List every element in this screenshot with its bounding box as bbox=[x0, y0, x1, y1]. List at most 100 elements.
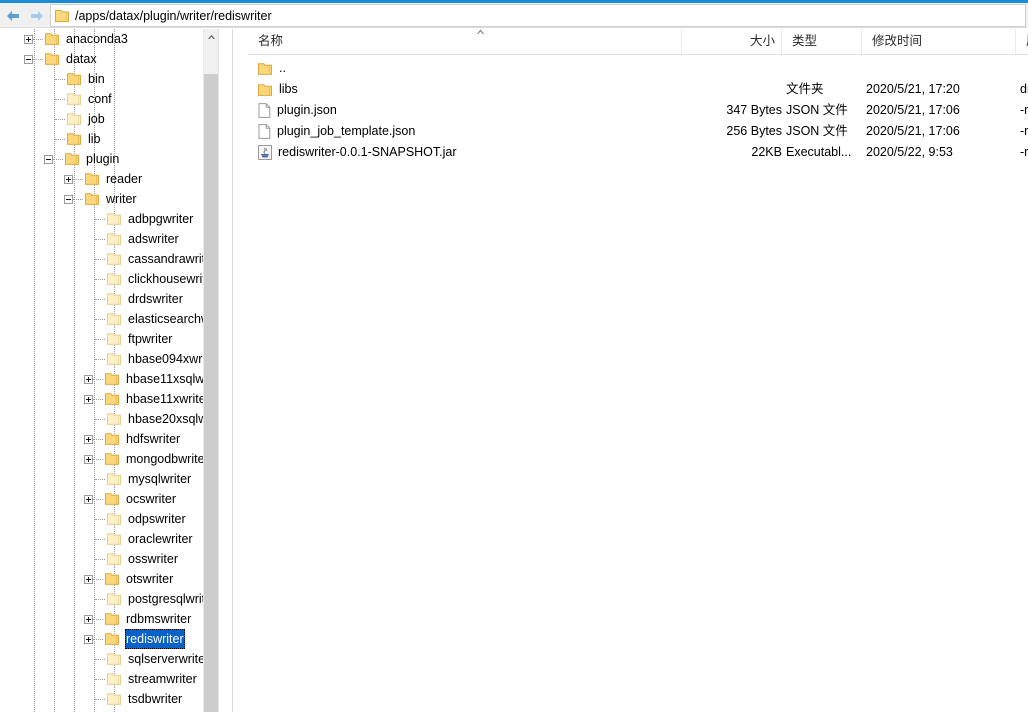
tree-item-adswriter[interactable]: adswriter bbox=[0, 229, 218, 249]
tree-item-label: datax bbox=[66, 52, 97, 66]
tree-expander-spacer bbox=[84, 335, 95, 344]
file-name-cell[interactable]: rediswriter-0.0.1-SNAPSHOT.jar bbox=[258, 142, 688, 163]
folder-icon bbox=[67, 113, 81, 125]
tree-connector-line bbox=[95, 218, 105, 220]
file-row[interactable]: libs 文件夹 2020/5/21, 17:20 dr bbox=[248, 79, 1028, 100]
tree-expander-plus[interactable] bbox=[84, 454, 93, 464]
file-name-text: libs bbox=[279, 82, 298, 96]
file-size-cell bbox=[682, 58, 782, 79]
tree-connector-line bbox=[93, 458, 103, 460]
tree-connector-line bbox=[73, 198, 83, 200]
tree-item-cassandrawriter[interactable]: cassandrawriter bbox=[0, 249, 218, 269]
tree-item-hbase094xwriter[interactable]: hbase094xwriter bbox=[0, 349, 218, 369]
forward-button[interactable] bbox=[26, 7, 48, 25]
column-header-attr[interactable]: 属 bbox=[1020, 29, 1028, 54]
tree-item-rediswriter[interactable]: rediswriter bbox=[0, 629, 218, 649]
file-row[interactable]: .. bbox=[248, 58, 1028, 79]
tree-expander-plus[interactable] bbox=[64, 174, 73, 184]
tree-expander-plus[interactable] bbox=[24, 34, 33, 44]
folder-icon bbox=[105, 493, 119, 505]
tree-item-bin[interactable]: bin bbox=[0, 69, 218, 89]
tree-item-label: drdswriter bbox=[128, 292, 183, 306]
tree-item-elasticsearchwrite[interactable]: elasticsearchwrite bbox=[0, 309, 218, 329]
tree-item-osswriter[interactable]: osswriter bbox=[0, 549, 218, 569]
folder-icon bbox=[85, 173, 99, 185]
tree-connector-line bbox=[93, 378, 103, 380]
file-name-cell[interactable]: plugin.json bbox=[258, 100, 688, 121]
folder-icon bbox=[105, 613, 119, 625]
folder-icon bbox=[107, 553, 121, 565]
tree-expander-plus[interactable] bbox=[84, 574, 93, 584]
tree-item-label: ocswriter bbox=[126, 492, 177, 506]
tree-item-otswriter[interactable]: otswriter bbox=[0, 569, 218, 589]
folder-icon bbox=[105, 373, 119, 385]
tree-vertical-scrollbar[interactable] bbox=[203, 29, 219, 712]
tree-item-conf[interactable]: conf bbox=[0, 89, 218, 109]
file-row[interactable]: rediswriter-0.0.1-SNAPSHOT.jar 22KB Execut… bbox=[248, 142, 1028, 163]
tree-connector-line bbox=[95, 238, 105, 240]
folder-icon bbox=[85, 193, 99, 205]
tree-expander-plus[interactable] bbox=[84, 494, 93, 504]
scrollbar-thumb[interactable] bbox=[204, 74, 219, 712]
file-name-cell[interactable]: .. bbox=[258, 58, 688, 79]
scroll-up-button[interactable] bbox=[204, 29, 219, 45]
panel-divider[interactable] bbox=[218, 29, 233, 712]
tree-item-ocswriter[interactable]: ocswriter bbox=[0, 489, 218, 509]
tree-item-plugin[interactable]: plugin bbox=[0, 149, 218, 169]
tree-item-clickhousewriter[interactable]: clickhousewriter bbox=[0, 269, 218, 289]
tree-item-oraclewriter[interactable]: oraclewriter bbox=[0, 529, 218, 549]
tree-item-hbase11xwriter[interactable]: hbase11xwriter bbox=[0, 389, 218, 409]
tree-item-hbase11xsqlwrite[interactable]: hbase11xsqlwrite bbox=[0, 369, 218, 389]
tree-item-hbase20xsqlwrite[interactable]: hbase20xsqlwrite bbox=[0, 409, 218, 429]
tree-item-lib[interactable]: lib bbox=[0, 129, 218, 149]
tree-item-rdbmswriter[interactable]: rdbmswriter bbox=[0, 609, 218, 629]
tree-item-mysqlwriter[interactable]: mysqlwriter bbox=[0, 469, 218, 489]
tree-expander-minus[interactable] bbox=[24, 54, 33, 64]
tree-expander-plus[interactable] bbox=[84, 614, 93, 624]
back-button[interactable] bbox=[2, 7, 24, 25]
tree-item-ftpwriter[interactable]: ftpwriter bbox=[0, 329, 218, 349]
tree-expander-minus[interactable] bbox=[64, 194, 73, 204]
tree-item-hdfswriter[interactable]: hdfswriter bbox=[0, 429, 218, 449]
column-header-name[interactable]: 名称 bbox=[252, 29, 682, 54]
tree-item-mongodbwriter[interactable]: mongodbwriter bbox=[0, 449, 218, 469]
tree-item-sqlserverwriter[interactable]: sqlserverwriter bbox=[0, 649, 218, 669]
tree-item-postgresqlwriter[interactable]: postgresqlwriter bbox=[0, 589, 218, 609]
file-row[interactable]: plugin_job_template.json 256 Bytes JSON 文件… bbox=[248, 121, 1028, 142]
tree-expander-spacer bbox=[84, 355, 95, 364]
tree-item-tsdbwriter[interactable]: tsdbwriter bbox=[0, 689, 218, 709]
file-attributes-cell: -r bbox=[1020, 103, 1028, 117]
tree-item-job[interactable]: job bbox=[0, 109, 218, 129]
tree-connector-line bbox=[95, 598, 105, 600]
column-header-size[interactable]: 大小 bbox=[682, 29, 782, 54]
folder-icon bbox=[107, 653, 121, 665]
file-name-cell[interactable]: libs bbox=[258, 79, 688, 100]
column-header-time[interactable]: 修改时间 bbox=[866, 29, 1016, 54]
tree-item-streamwriter[interactable]: streamwriter bbox=[0, 669, 218, 689]
tree-expander-plus[interactable] bbox=[84, 394, 93, 404]
tree-expander-spacer bbox=[84, 295, 95, 304]
folder-icon bbox=[258, 83, 272, 96]
tree-item-anaconda3[interactable]: anaconda3 bbox=[0, 29, 218, 49]
tree-item-odpswriter[interactable]: odpswriter bbox=[0, 509, 218, 529]
address-bar[interactable]: /apps/datax/plugin/writer/rediswriter bbox=[50, 4, 1026, 27]
folder-tree-panel[interactable]: anaconda3 datax bin conf job lib plugin reader w… bbox=[0, 29, 233, 712]
tree-expander-plus[interactable] bbox=[84, 434, 93, 444]
folder-icon bbox=[107, 473, 121, 485]
tree-item-writer[interactable]: writer bbox=[0, 189, 218, 209]
tree-connector-line bbox=[93, 638, 103, 640]
tree-item-datax[interactable]: datax bbox=[0, 49, 218, 69]
folder-icon bbox=[107, 213, 121, 225]
file-name-cell[interactable]: plugin_job_template.json bbox=[258, 121, 688, 142]
column-header-type[interactable]: 类型 bbox=[786, 29, 862, 54]
file-size-cell bbox=[682, 79, 782, 100]
file-row[interactable]: plugin.json 347 Bytes JSON 文件 2020/5/21, 17… bbox=[248, 100, 1028, 121]
tree-item-adbpgwriter[interactable]: adbpgwriter bbox=[0, 209, 218, 229]
tree-expander-minus[interactable] bbox=[44, 154, 53, 164]
tree-item-reader[interactable]: reader bbox=[0, 169, 218, 189]
tree-expander-plus[interactable] bbox=[84, 374, 93, 384]
folder-icon bbox=[107, 693, 121, 705]
tree-expander-spacer bbox=[84, 315, 95, 324]
tree-expander-plus[interactable] bbox=[84, 634, 93, 644]
tree-item-drdswriter[interactable]: drdswriter bbox=[0, 289, 218, 309]
